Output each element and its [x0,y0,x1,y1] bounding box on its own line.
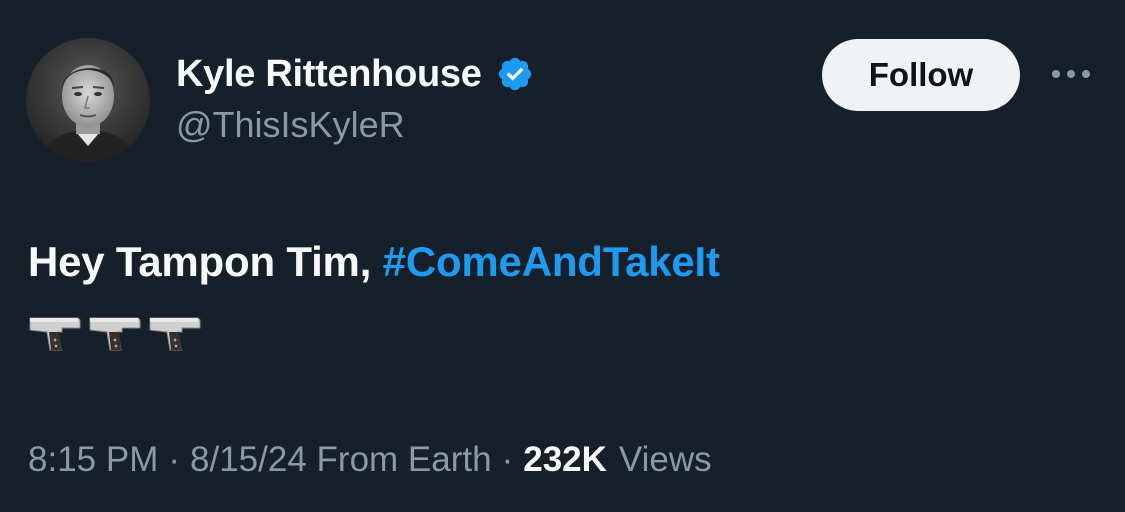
avatar[interactable] [26,38,150,162]
tweet-time[interactable]: 8:15 PM [28,440,158,480]
more-options-icon[interactable] [1048,62,1094,86]
follow-button[interactable]: Follow [822,39,1020,111]
tweet-meta: 8:15 PM · 8/15/24 From Earth · 232K View… [28,440,712,480]
meta-separator: · [501,440,514,479]
tweet-body: Hey Tampon Tim, [28,238,383,285]
pistol-emoji [149,317,201,351]
views-count: 232K [523,440,607,479]
author-handle[interactable]: @ThisIsKyleR [176,104,405,146]
views-label: Views [618,440,712,479]
meta-separator: · [168,440,181,479]
tweet-card: Kyle Rittenhouse @ThisIsKyleR Follow Hey… [0,0,1125,512]
profile-photo [26,38,150,162]
tweet-text: Hey Tampon Tim, #ComeAndTakeIt [28,238,720,286]
pistol-emoji [89,317,141,351]
tweet-date[interactable]: 8/15/24 [190,440,307,480]
author-name-row: Kyle Rittenhouse [176,52,534,96]
display-name[interactable]: Kyle Rittenhouse [176,53,482,96]
hashtag-link[interactable]: #ComeAndTakeIt [383,238,720,285]
emoji-row [28,310,204,354]
verified-badge-icon [498,57,531,91]
pistol-emoji [29,317,81,351]
tweet-location: From Earth [316,440,492,479]
